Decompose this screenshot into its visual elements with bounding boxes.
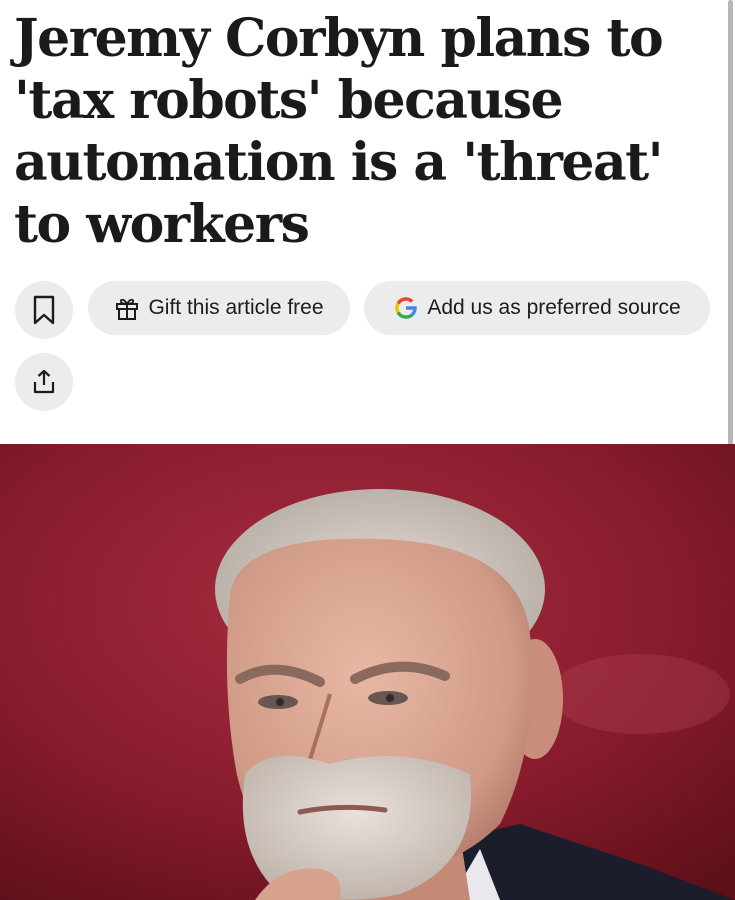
article-headline: Jeremy Corbyn plans to 'tax robots' beca… [14,8,664,255]
google-icon [395,297,418,319]
portrait-image [0,444,735,900]
gift-label: Gift this article free [148,296,324,319]
scrollbar[interactable] [728,0,733,470]
preferred-source-label: Add us as preferred source [427,296,681,319]
preferred-source-button[interactable]: Add us as preferred source [364,281,710,335]
share-button[interactable] [15,353,73,411]
share-icon [33,369,55,394]
bookmark-icon [33,295,55,325]
bookmark-button[interactable] [15,281,73,339]
gift-icon [116,298,139,320]
gift-article-button[interactable]: Gift this article free [88,281,350,335]
article-photo [0,444,735,900]
